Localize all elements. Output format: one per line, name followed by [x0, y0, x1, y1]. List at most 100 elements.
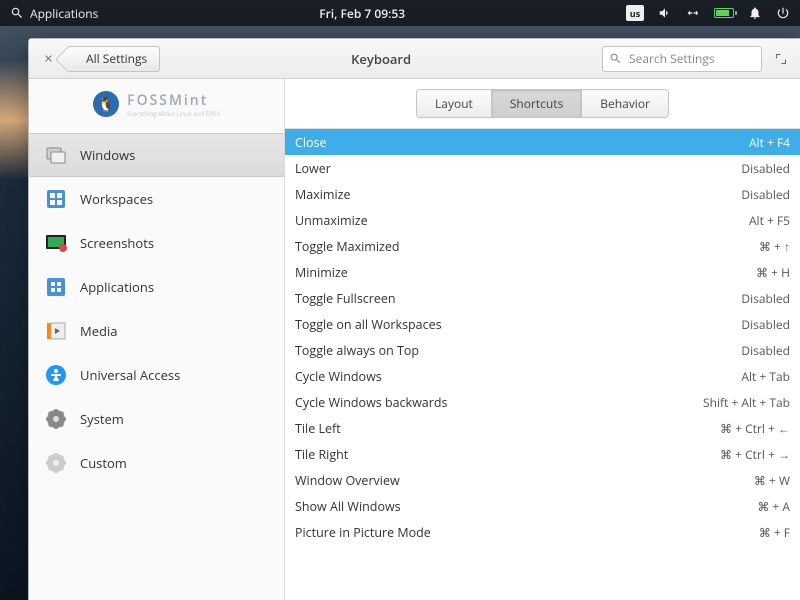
shortcut-row[interactable]: Toggle always on TopDisabled [285, 337, 800, 363]
shortcut-name: Tile Right [295, 446, 720, 463]
all-settings-button[interactable]: All Settings [67, 46, 160, 72]
search-settings-input[interactable]: Search Settings [602, 46, 762, 72]
shortcut-row[interactable]: Cycle Windows backwardsShift + Alt + Tab [285, 389, 800, 415]
sidebar-item-screenshots[interactable]: Screenshots [29, 221, 284, 265]
shortcut-value: Disabled [741, 342, 790, 359]
sidebar-item-windows[interactable]: Windows [29, 133, 284, 177]
shortcut-value: Disabled [741, 316, 790, 333]
shortcut-row[interactable]: Picture in Picture Mode⌘ + F [285, 519, 800, 545]
shortcut-name: Toggle Fullscreen [295, 290, 741, 307]
logo-subtext: Everything About Linux and FOSS [127, 110, 220, 118]
close-icon [43, 53, 54, 64]
maximize-button[interactable] [770, 48, 792, 70]
shortcut-list[interactable]: CloseAlt + F4LowerDisabledMaximizeDisabl… [285, 129, 800, 600]
back-label: All Settings [86, 50, 147, 67]
shortcut-name: Minimize [295, 264, 756, 281]
shortcut-name: Toggle on all Workspaces [295, 316, 741, 333]
shortcut-value: Alt + F5 [749, 212, 790, 229]
shortcut-row[interactable]: Tile Right⌘ + Ctrl + → [285, 441, 800, 467]
shortcut-name: Cycle Windows [295, 368, 741, 385]
shortcut-row[interactable]: Window Overview⌘ + W [285, 467, 800, 493]
category-icon [44, 407, 68, 431]
shortcut-value: ⌘ + H [756, 264, 790, 281]
logo: 🐧 FOSSMint Everything About Linux and FO… [29, 79, 284, 129]
shortcut-row[interactable]: Toggle on all WorkspacesDisabled [285, 311, 800, 337]
shortcut-name: Toggle Maximized [295, 238, 759, 255]
sidebar-item-label: System [80, 410, 124, 428]
sidebar-item-label: Media [80, 322, 117, 340]
sidebar-item-workspaces[interactable]: Workspaces [29, 177, 284, 221]
power-icon[interactable] [776, 6, 790, 20]
tab-shortcuts[interactable]: Shortcuts [492, 90, 582, 117]
shortcut-name: Toggle always on Top [295, 342, 741, 359]
shortcut-row[interactable]: UnmaximizeAlt + F5 [285, 207, 800, 233]
shortcut-value: Alt + Tab [741, 368, 790, 385]
shortcut-name: Window Overview [295, 472, 754, 489]
penguin-icon: 🐧 [93, 91, 119, 117]
logo-text: FOSSMint [127, 91, 220, 110]
category-icon [44, 143, 68, 167]
search-icon [609, 52, 622, 65]
shortcut-name: Lower [295, 160, 741, 177]
sidebar-item-applications[interactable]: Applications [29, 265, 284, 309]
shortcut-value: Shift + Alt + Tab [703, 394, 790, 411]
shortcut-name: Tile Left [295, 420, 720, 437]
shortcut-row[interactable]: Tile Left⌘ + Ctrl + ← [285, 415, 800, 441]
sidebar-item-label: Universal Access [80, 366, 180, 384]
shortcut-row[interactable]: CloseAlt + F4 [285, 129, 800, 155]
shortcut-row[interactable]: Cycle WindowsAlt + Tab [285, 363, 800, 389]
sidebar-item-label: Custom [80, 454, 127, 472]
shortcut-row[interactable]: Show All Windows⌘ + A [285, 493, 800, 519]
keyboard-layout-indicator[interactable]: us [626, 5, 644, 21]
category-icon [44, 231, 68, 255]
tab-bar: LayoutShortcutsBehavior [285, 79, 800, 129]
shortcut-value: Alt + F4 [749, 134, 790, 151]
window-title: Keyboard [168, 50, 594, 68]
shortcut-name: Cycle Windows backwards [295, 394, 703, 411]
sidebar-item-label: Workspaces [80, 190, 153, 208]
clock[interactable]: Fri, Feb 7 09:53 [98, 5, 626, 22]
shortcut-row[interactable]: Toggle Maximized⌘ + ↑ [285, 233, 800, 259]
tab-behavior[interactable]: Behavior [582, 90, 668, 117]
search-icon [10, 6, 24, 20]
shortcut-row[interactable]: LowerDisabled [285, 155, 800, 181]
applications-menu[interactable]: Applications [10, 5, 98, 22]
shortcut-name: Close [295, 134, 749, 151]
sidebar-item-label: Windows [80, 146, 135, 164]
category-icon [44, 275, 68, 299]
applications-label: Applications [30, 5, 98, 22]
category-icon [44, 319, 68, 343]
shortcut-value: ⌘ + Ctrl + ← [720, 420, 790, 437]
shortcut-row[interactable]: MaximizeDisabled [285, 181, 800, 207]
category-sidebar: 🐧 FOSSMint Everything About Linux and FO… [29, 79, 285, 600]
network-icon[interactable] [686, 6, 700, 20]
shortcut-value: ⌘ + A [757, 498, 790, 515]
sidebar-item-label: Screenshots [80, 234, 154, 252]
settings-window: All Settings Keyboard Search Settings 🐧 … [28, 38, 800, 600]
shortcut-value: ⌘ + F [759, 524, 790, 541]
sidebar-item-media[interactable]: Media [29, 309, 284, 353]
maximize-icon [775, 53, 787, 65]
volume-icon[interactable] [658, 6, 672, 20]
shortcut-value: ⌘ + W [754, 472, 790, 489]
category-icon [44, 363, 68, 387]
shortcut-row[interactable]: Toggle FullscreenDisabled [285, 285, 800, 311]
notifications-icon[interactable] [748, 6, 762, 20]
shortcut-value: ⌘ + ↑ [759, 238, 790, 255]
sidebar-item-custom[interactable]: Custom [29, 441, 284, 485]
sidebar-item-system[interactable]: System [29, 397, 284, 441]
shortcut-name: Show All Windows [295, 498, 757, 515]
sidebar-item-label: Applications [80, 278, 154, 296]
shortcut-name: Unmaximize [295, 212, 749, 229]
tab-layout[interactable]: Layout [417, 90, 492, 117]
headerbar: All Settings Keyboard Search Settings [29, 39, 800, 79]
main-pane: LayoutShortcutsBehavior CloseAlt + F4Low… [285, 79, 800, 600]
sidebar-item-universal-access[interactable]: Universal Access [29, 353, 284, 397]
shortcut-name: Maximize [295, 186, 741, 203]
search-placeholder: Search Settings [629, 50, 715, 67]
shortcut-value: Disabled [741, 160, 790, 177]
battery-icon[interactable] [714, 8, 734, 18]
category-icon [44, 451, 68, 475]
shortcut-row[interactable]: Minimize⌘ + H [285, 259, 800, 285]
top-panel: Applications Fri, Feb 7 09:53 us [0, 0, 800, 26]
